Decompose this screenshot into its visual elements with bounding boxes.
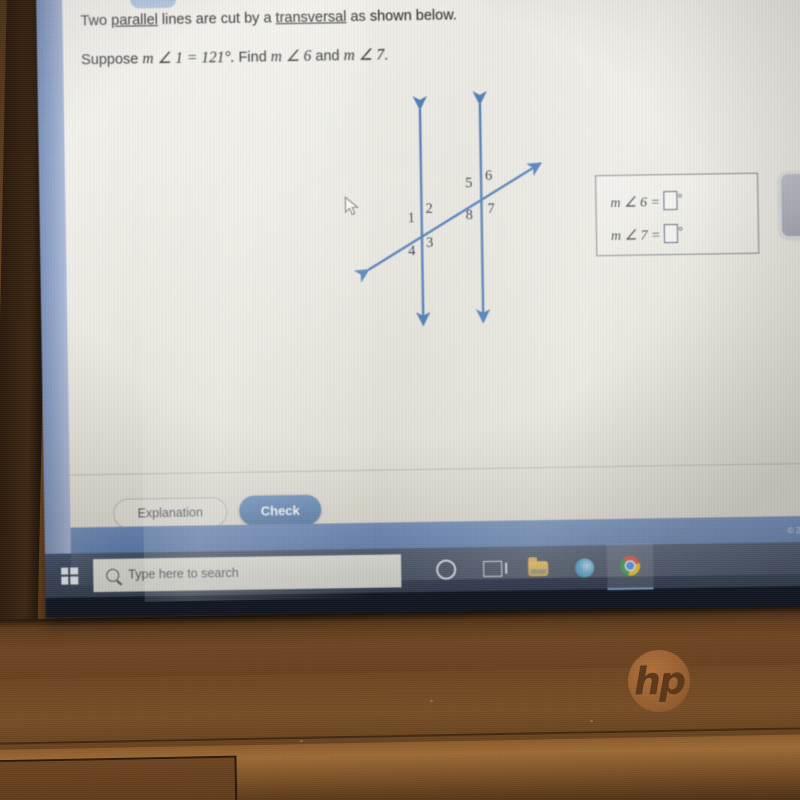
chrome-button[interactable]	[606, 543, 654, 591]
taskbar-icons	[423, 543, 654, 593]
angle-label-3: 3	[426, 235, 434, 251]
file-explorer-button[interactable]	[515, 546, 562, 591]
parallel-line-left	[412, 95, 431, 327]
answer-row-angle6: m ∠ 6 = °	[610, 191, 682, 212]
answer-input-box: m ∠ 6 = ° m ∠ 7 = °	[595, 172, 760, 257]
cortana-icon	[436, 559, 457, 580]
answer-label-6: m ∠ 6 =	[610, 195, 661, 212]
chevron-down-icon: ⏷	[145, 0, 161, 5]
photo-of-laptop-screen: hp ⏷ Two parallel lines are cut by a tra…	[0, 0, 800, 800]
degree-symbol-6: °	[677, 190, 683, 205]
task-view-icon	[482, 560, 502, 578]
copyright-text: © 2021 Mc	[787, 524, 800, 536]
cortana-button[interactable]	[423, 547, 470, 592]
angle6-input[interactable]	[663, 190, 678, 211]
chrome-icon	[619, 555, 641, 576]
angle-label-5: 5	[465, 175, 473, 191]
q2-mid: Find	[234, 49, 271, 66]
next-button[interactable]: ›	[778, 171, 800, 239]
degree-symbol-7: °	[678, 223, 684, 238]
q2-pre: Suppose	[81, 51, 143, 69]
answer-row-angle7: m ∠ 7 = °	[611, 224, 683, 245]
mouse-cursor	[344, 196, 360, 223]
find-angle-7: m ∠ 7	[343, 46, 385, 65]
parallel-line-right	[472, 90, 491, 324]
windows-logo-icon	[60, 566, 78, 585]
q2-and: and	[311, 48, 344, 65]
trackpad-corner	[0, 755, 238, 800]
edge-icon	[574, 557, 594, 578]
angle-label-2: 2	[425, 201, 433, 217]
explanation-button[interactable]: Explanation	[113, 497, 228, 529]
answer-label-7: m ∠ 7 =	[610, 228, 661, 244]
find-angle-6: m ∠ 6	[270, 47, 312, 66]
file-explorer-icon	[528, 560, 549, 576]
angle-label-8: 8	[465, 207, 473, 223]
angle-label-6: 6	[485, 168, 493, 184]
transversal-line	[353, 162, 543, 283]
collapse-chevron-button[interactable]: ⏷	[129, 0, 177, 9]
search-icon	[106, 568, 120, 582]
laptop-screen: ⏷ Two parallel lines are cut by a transv…	[36, 0, 800, 618]
transversal-link[interactable]: transversal	[275, 9, 346, 26]
angle-label-1: 1	[408, 210, 416, 226]
parallel-link[interactable]: parallel	[111, 12, 158, 29]
q2-end: .	[384, 47, 389, 64]
start-button[interactable]	[45, 553, 94, 598]
search-placeholder: Type here to search	[128, 565, 239, 582]
q1-mid: lines are cut by a	[157, 10, 276, 29]
q1-post: as shown below.	[346, 7, 458, 26]
taskbar-search[interactable]: Type here to search	[92, 553, 402, 592]
angle-label-4: 4	[408, 243, 416, 259]
edge-button[interactable]	[561, 545, 608, 590]
given-angle-expression: m ∠ 1 = 121°.	[142, 48, 235, 68]
angle-label-7: 7	[487, 201, 495, 217]
q1-pre: Two	[80, 12, 112, 30]
check-button[interactable]: Check	[239, 494, 322, 526]
angle7-input[interactable]	[664, 223, 679, 244]
task-view-button[interactable]	[469, 547, 516, 592]
